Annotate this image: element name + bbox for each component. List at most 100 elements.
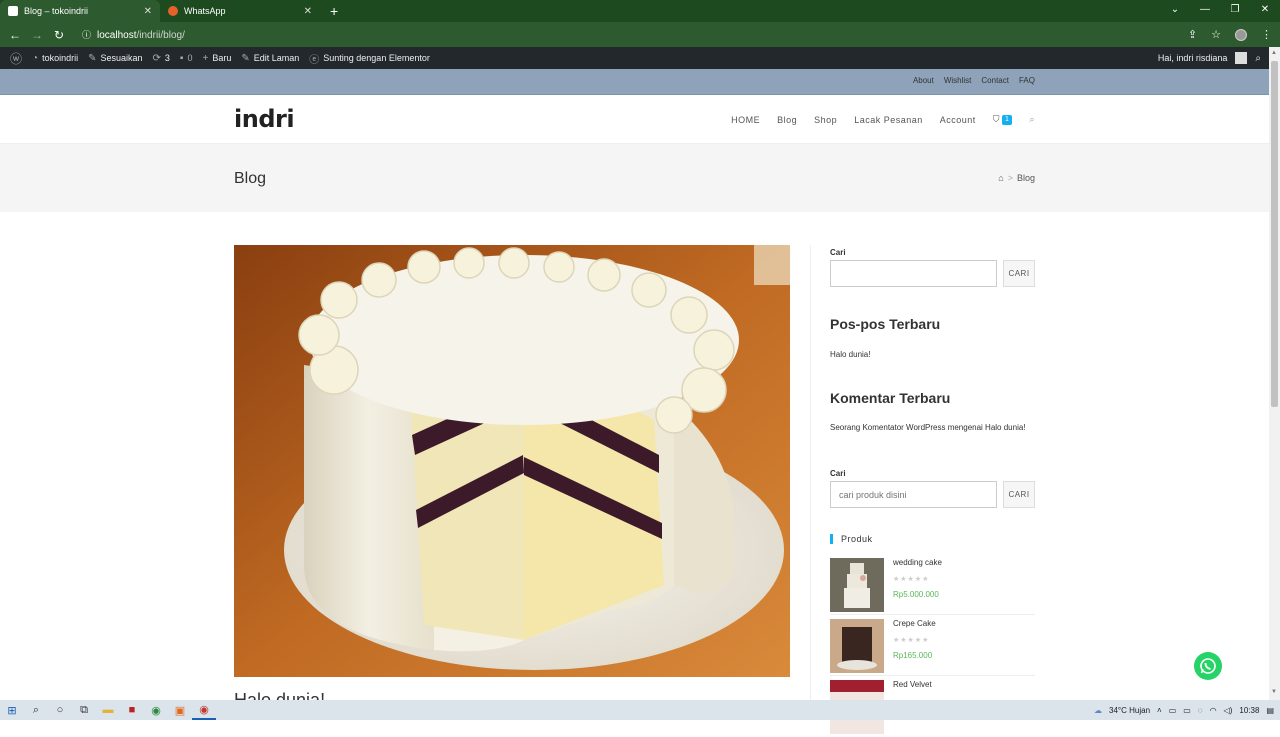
window-controls: ⌄ — ❐ ✕ [1160,0,1280,22]
recent-comments-title: Komentar Terbaru [830,390,951,406]
address-bar-actions: ⇪ ☆ ⋮ [1188,22,1272,47]
cart-button[interactable]: ⛉ 1 [993,114,1013,125]
share-icon[interactable]: ⇪ [1188,28,1197,41]
product-name[interactable]: Crepe Cake [893,619,936,628]
close-window-icon[interactable]: ✕ [1250,0,1280,22]
tray-app-icon[interactable]: ▭ [1169,706,1177,715]
nav-blog[interactable]: Blog [777,115,797,125]
task-view-icon[interactable]: ⧉ [72,700,96,720]
admin-customize[interactable]: ✎ Sesuaikan [88,53,142,64]
weather-text[interactable]: 34°C Hujan [1109,706,1150,715]
app-red-icon[interactable]: ■ [120,700,144,720]
admin-comments[interactable]: ▪ 0 [180,53,193,64]
network-icon[interactable]: ◌ [1198,706,1203,715]
nav-track-order[interactable]: Lacak Pesanan [854,115,923,125]
recent-posts-title: Pos-pos Terbaru [830,316,941,332]
cortana-icon[interactable]: ○ [48,700,72,720]
product-name[interactable]: Red Velvet [893,680,932,689]
update-icon: ⟳ [152,52,161,64]
tab-whatsapp[interactable]: WhatsApp ✕ [160,0,320,22]
rating-stars-icon: ★★★★★ [893,637,930,644]
products-title: Produk [830,534,1035,544]
admin-edit-page[interactable]: ✎ Edit Laman [241,53,299,64]
nav-shop[interactable]: Shop [814,115,837,125]
product-thumbnail[interactable] [830,619,884,673]
forward-icon[interactable]: → [26,28,48,42]
top-menu-faq[interactable]: FAQ [1019,76,1035,85]
bookmark-star-icon[interactable]: ☆ [1211,28,1221,41]
product-price: Rp165.000 [893,651,933,660]
info-icon[interactable]: ⓘ [82,30,91,40]
scroll-up-icon[interactable]: ▲ [1271,50,1277,56]
top-menu-contact[interactable]: Contact [981,76,1009,85]
minimize-icon[interactable]: — [1190,0,1220,22]
notifications-icon[interactable]: ▤ [1266,706,1274,715]
new-tab-icon[interactable]: + [330,0,338,22]
scroll-down-icon[interactable]: ▼ [1271,689,1277,695]
reload-icon[interactable]: ↻ [48,28,70,42]
page-scrollbar[interactable]: ▲ ▼ [1269,47,1280,700]
home-icon[interactable]: ⌂ [998,173,1003,183]
product-item[interactable]: wedding cake ★★★★★ Rp5.000.000 [830,554,1035,615]
tab-search-icon[interactable]: ⌄ [1160,0,1190,22]
wordpress-logo-icon[interactable]: ⓦ [10,50,22,67]
avatar[interactable] [1235,52,1248,64]
back-icon[interactable]: ← [4,28,26,42]
recent-comments-widget: Komentar Terbaru Seorang Komentator Word… [830,390,1035,432]
windows-start-icon[interactable]: ⊞ [0,700,24,720]
xampp-icon[interactable]: ▣ [168,700,192,720]
wifi-icon[interactable]: ◠ [1210,706,1217,715]
dashboard-icon: ◔ [32,52,39,64]
volume-icon[interactable]: ◁) [1224,706,1233,715]
profile-avatar[interactable] [1235,28,1247,41]
post-featured-image[interactable] [234,245,790,677]
tray-chevron-icon[interactable]: ˄ [1157,706,1162,715]
chrome-icon[interactable]: ◉ [144,700,168,720]
product-search-button[interactable]: CARI [1003,481,1035,508]
close-tab-icon[interactable]: ✕ [144,6,152,17]
close-tab-icon[interactable]: ✕ [304,6,312,17]
admin-updates[interactable]: ⟳ 3 [153,53,170,64]
scroll-thumb[interactable] [1271,61,1278,407]
admin-site-name[interactable]: ◔ tokoindrii [32,53,78,64]
nav-account[interactable]: Account [940,115,976,125]
brush-icon: ✎ [88,52,97,64]
product-thumbnail[interactable] [830,558,884,612]
admin-search-icon[interactable]: ⌕ [1255,53,1261,64]
shopping-bag-icon: ⛉ [992,114,1001,124]
accent-bar [830,534,833,544]
url-field[interactable]: ⓘ localhost/indrii/blog/ [82,28,185,41]
page-title: Blog [234,170,267,187]
product-item[interactable]: Crepe Cake ★★★★★ Rp165.000 [830,615,1035,676]
product-info: wedding cake ★★★★★ Rp5.000.000 [893,558,942,614]
site-logo[interactable]: indri [234,105,295,133]
search-taskbar-icon[interactable]: ⌕ [24,700,48,720]
whatsapp-favicon-icon [168,6,178,16]
admin-elementor[interactable]: ⓔ Sunting dengan Elementor [309,51,430,66]
search-input[interactable] [830,260,997,287]
nav-home[interactable]: HOME [731,115,760,125]
admin-greeting[interactable]: Hai, indri risdiana [1158,53,1228,63]
tab-blog[interactable]: Blog – tokoindrii ✕ [0,0,160,22]
wp-admin-bar: ⓦ ◔ tokoindrii ✎ Sesuaikan ⟳ 3 ▪ 0 + Baru ✎ Ed… [0,47,1269,69]
file-explorer-icon[interactable]: ▬ [96,700,120,720]
product-search-input[interactable] [830,481,997,508]
main-nav: HOME Blog Shop Lacak Pesanan Account ⛉ 1… [731,114,1035,125]
site-header: indri HOME Blog Shop Lacak Pesanan Accou… [0,95,1269,144]
admin-new[interactable]: + Baru [202,53,231,64]
top-menu-about[interactable]: About [913,76,934,85]
search-icon[interactable]: ⌕ [1029,114,1035,125]
product-name[interactable]: wedding cake [893,558,942,567]
chrome-active-icon[interactable]: ◉ [192,700,216,720]
search-button[interactable]: CARI [1003,260,1035,287]
recent-comment-item[interactable]: Seorang Komentator WordPress mengenai Ha… [830,423,1030,432]
top-menu-wishlist[interactable]: Wishlist [944,76,972,85]
whatsapp-chat-button[interactable] [1194,652,1222,680]
menu-icon[interactable]: ⋮ [1261,28,1272,41]
tab-title: WhatsApp [184,6,226,16]
sidebar-divider [810,245,811,700]
clock[interactable]: 10:38 [1239,706,1259,715]
recent-post-link[interactable]: Halo dunia! [830,350,1035,359]
tray-app-icon[interactable]: ▭ [1183,706,1191,715]
restore-icon[interactable]: ❐ [1220,0,1250,22]
